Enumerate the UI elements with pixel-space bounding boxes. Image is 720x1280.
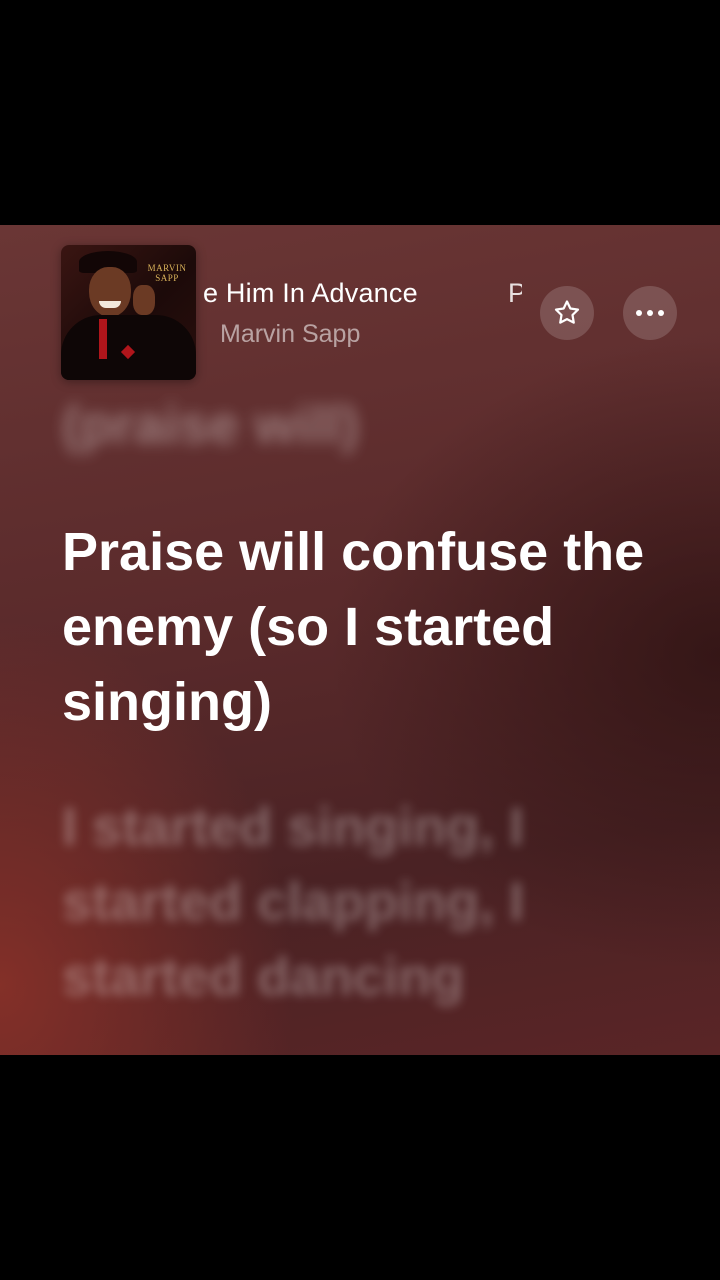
favorite-button[interactable]: [540, 286, 594, 340]
album-art[interactable]: MARVIN SAPP: [61, 245, 196, 380]
star-outline-icon: [554, 300, 580, 324]
bottom-letterbox: [0, 1055, 720, 1280]
album-art-tie: [99, 319, 107, 359]
album-art-smile: [99, 301, 121, 308]
lyric-line-current[interactable]: Praise will confuse the enemy (so I star…: [62, 515, 662, 740]
more-options-button[interactable]: [623, 286, 677, 340]
album-art-face: [89, 267, 131, 317]
album-art-logo: MARVIN SAPP: [147, 263, 187, 283]
top-letterbox: [0, 0, 720, 225]
lyric-line-next[interactable]: I started singing, I started clapping, I…: [62, 790, 662, 1015]
lyric-line-previous[interactable]: (praise will): [62, 388, 662, 463]
ellipsis-icon: [636, 310, 664, 316]
track-artist[interactable]: Marvin Sapp: [220, 320, 360, 349]
track-title-marquee-next: P: [508, 278, 522, 308]
track-title[interactable]: e Him In Advance: [203, 278, 418, 309]
album-art-hand: [133, 285, 155, 315]
now-playing-lyrics-view: MARVIN SAPP e Him In Advance P Marvin Sap…: [0, 225, 720, 1055]
